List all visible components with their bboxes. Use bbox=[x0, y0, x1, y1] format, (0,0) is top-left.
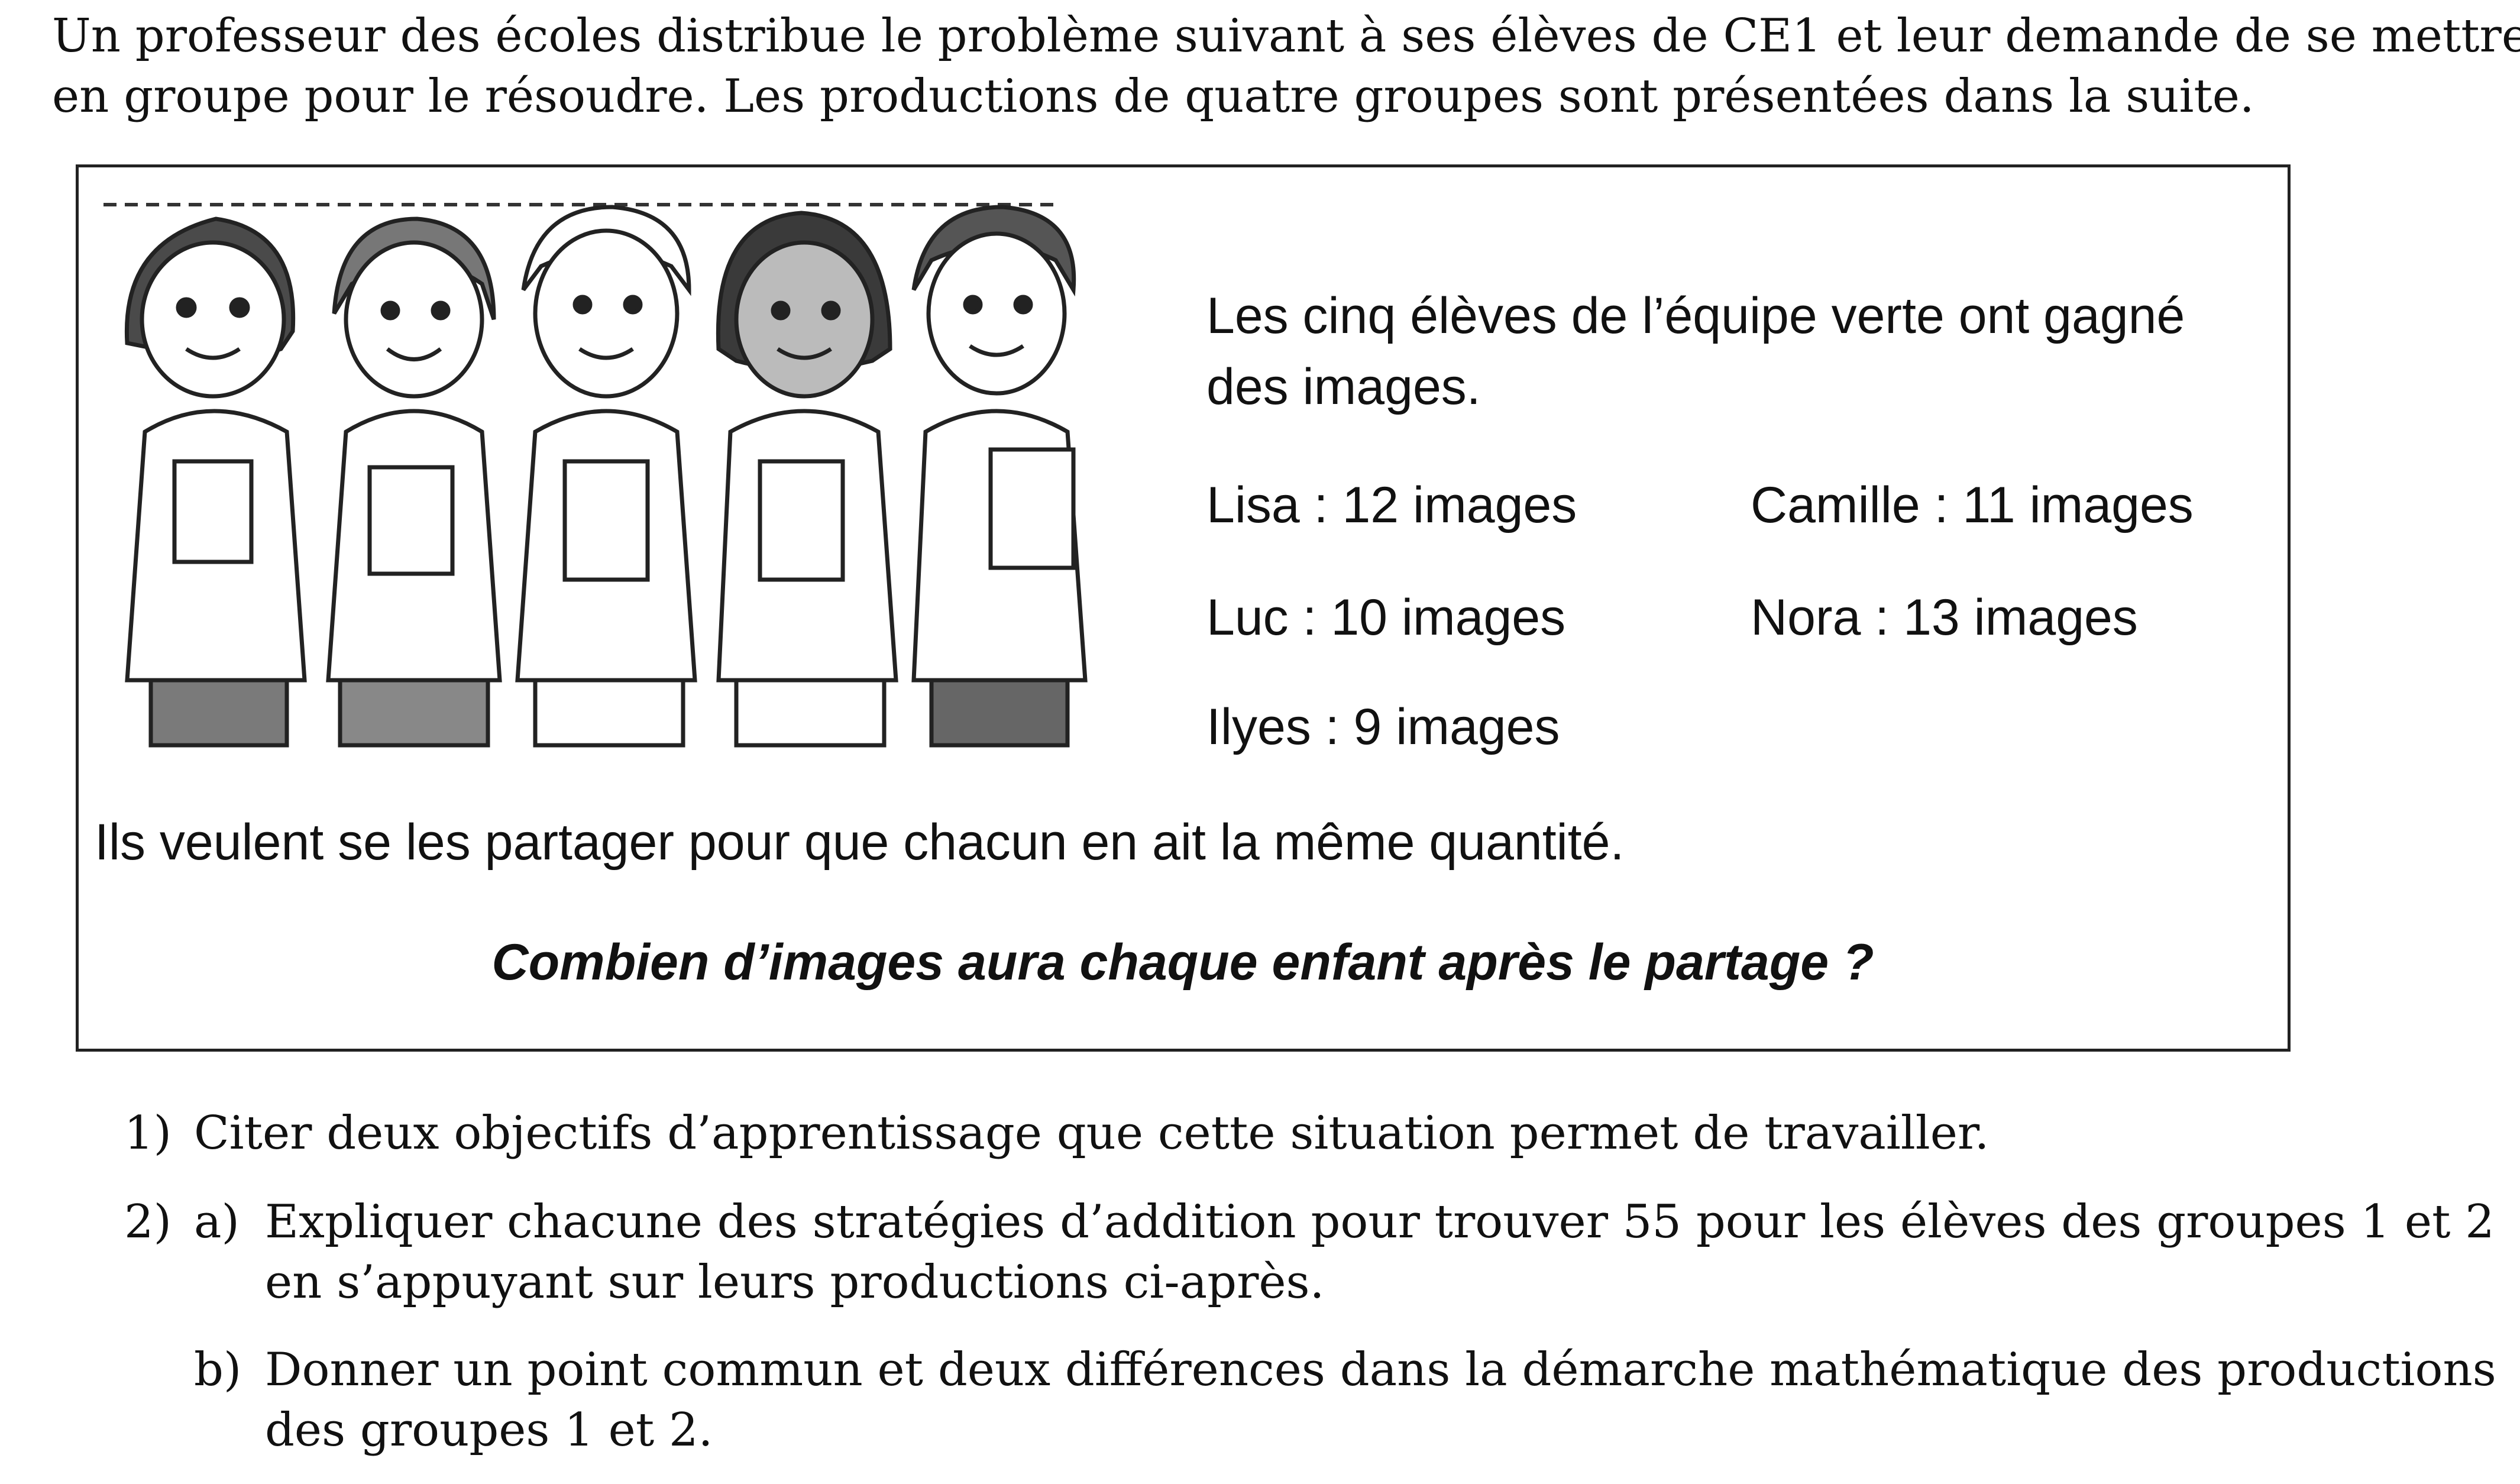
child-count-ilyes: Ilyes : 9 images bbox=[1206, 699, 1560, 755]
question-2a-line-2: en s’appuyant sur leurs productions ci-a… bbox=[265, 1256, 1325, 1309]
share-sentence: Ils veulent se les partager pour que cha… bbox=[95, 814, 1625, 871]
child-figure bbox=[716, 211, 898, 748]
child-count-nora: Nora : 13 images bbox=[1751, 589, 2138, 646]
question-2-number: 2) bbox=[124, 1195, 172, 1249]
child-figure bbox=[326, 216, 502, 748]
intro-line-1: Un professeur des écoles distribue le pr… bbox=[52, 9, 2520, 63]
question-2a-letter: a) bbox=[194, 1195, 240, 1249]
intro-line-2: en groupe pour le résoudre. Les producti… bbox=[52, 70, 2254, 123]
child-figure bbox=[515, 205, 697, 748]
question-1-text: Citer deux objectifs d’apprentissage que… bbox=[194, 1107, 1990, 1160]
question-2a-line-1: Expliquer chacune des stratégies d’addit… bbox=[265, 1195, 2495, 1249]
child-count-luc: Luc : 10 images bbox=[1206, 589, 1566, 646]
question-2b-line-1: Donner un point commun et deux différenc… bbox=[265, 1343, 2496, 1396]
child-figure bbox=[124, 216, 307, 748]
statement-line-1: Les cinq élèves de l’équipe verte ont ga… bbox=[1206, 287, 2185, 344]
problem-question: Combien d’images aura chaque enfant aprè… bbox=[491, 934, 1874, 991]
child-figure bbox=[911, 205, 1088, 748]
question-1-number: 1) bbox=[124, 1107, 172, 1160]
statement-line-2: des images. bbox=[1206, 358, 1481, 415]
intro-paragraph: Un professeur des écoles distribue le pr… bbox=[52, 6, 2520, 127]
child-count-camille: Camille : 11 images bbox=[1751, 477, 2194, 534]
question-2b-line-2: des groupes 1 et 2. bbox=[265, 1404, 713, 1457]
question-2b-letter: b) bbox=[194, 1343, 242, 1396]
child-count-lisa: Lisa : 12 images bbox=[1206, 477, 1577, 534]
children-illustration bbox=[103, 203, 1088, 748]
